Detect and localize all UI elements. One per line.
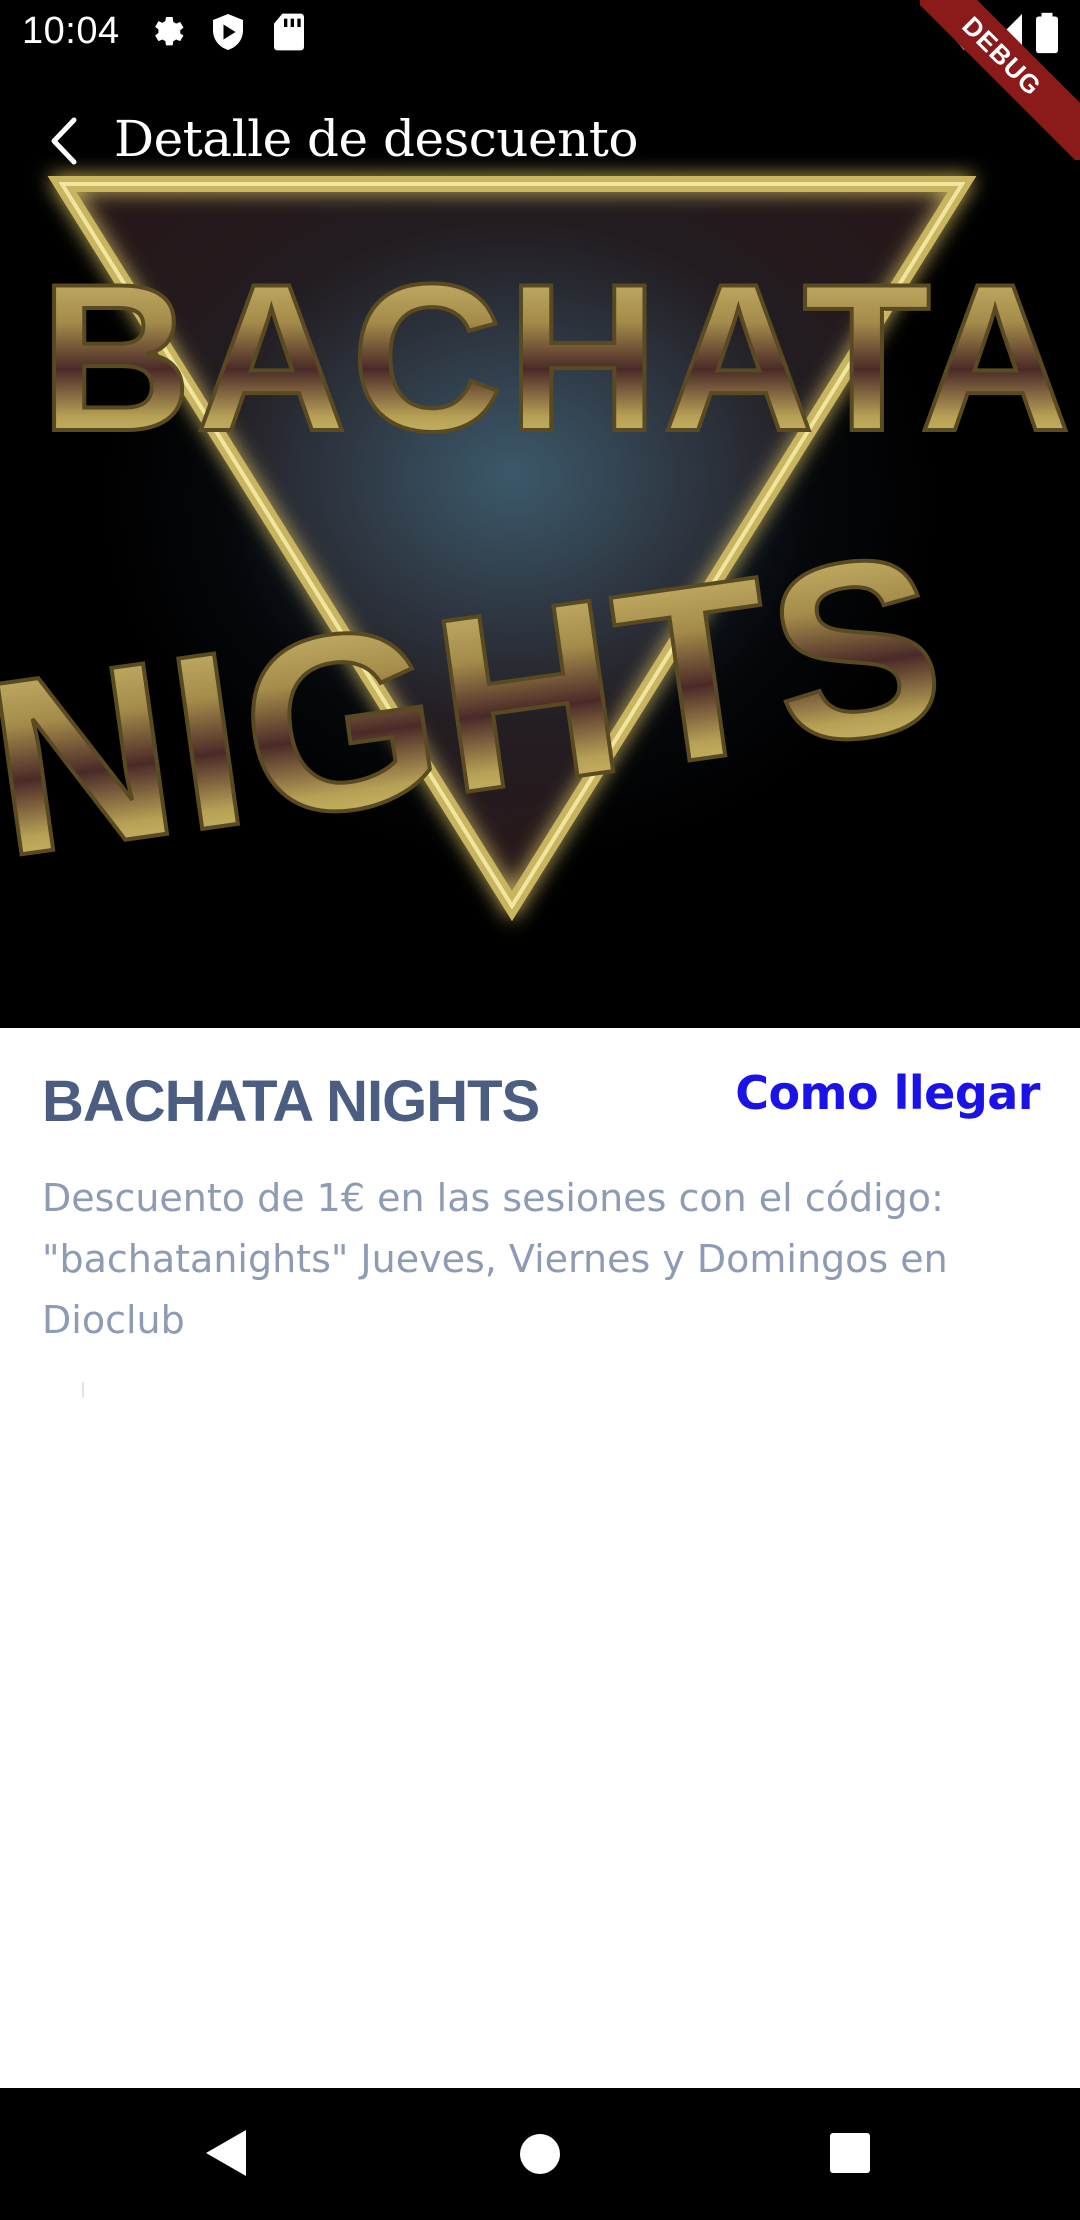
screen: BACHATA NIGHTS 10:04 DEBUG Detalle de de…: [0, 0, 1080, 2220]
home-circle-icon[interactable]: [518, 2132, 562, 2176]
shield-play-icon: [213, 14, 243, 50]
system-nav-bar: [0, 2088, 1080, 2220]
title-row: BACHATA NIGHTS Como llegar: [0, 1028, 1080, 1148]
gear-icon: [155, 17, 184, 46]
page-title: Detalle de descuento: [114, 110, 638, 168]
directions-link[interactable]: Como llegar: [735, 1066, 1040, 1120]
discount-details: BACHATA NIGHTS Como llegar Descuento de …: [0, 1028, 1080, 1398]
discount-description: Descuento de 1€ en las sesiones con el c…: [42, 1176, 948, 1342]
recents-square-icon[interactable]: [829, 2132, 871, 2174]
debug-label: DEBUG: [920, 0, 1080, 160]
app-bar: Detalle de descuento: [0, 100, 1080, 180]
sd-card-icon: [274, 13, 304, 51]
chevron-left-icon: [51, 117, 77, 165]
back-button[interactable]: [44, 116, 88, 166]
debug-banner: DEBUG: [920, 0, 1080, 160]
back-triangle-icon[interactable]: [204, 2128, 248, 2178]
status-time: 10:04: [22, 10, 120, 52]
logo-line1: BACHATA: [40, 240, 1075, 475]
discount-title: BACHATA NIGHTS: [42, 1069, 540, 1134]
status-bar: 10:04: [0, 0, 1080, 66]
divider: [82, 1382, 84, 1398]
